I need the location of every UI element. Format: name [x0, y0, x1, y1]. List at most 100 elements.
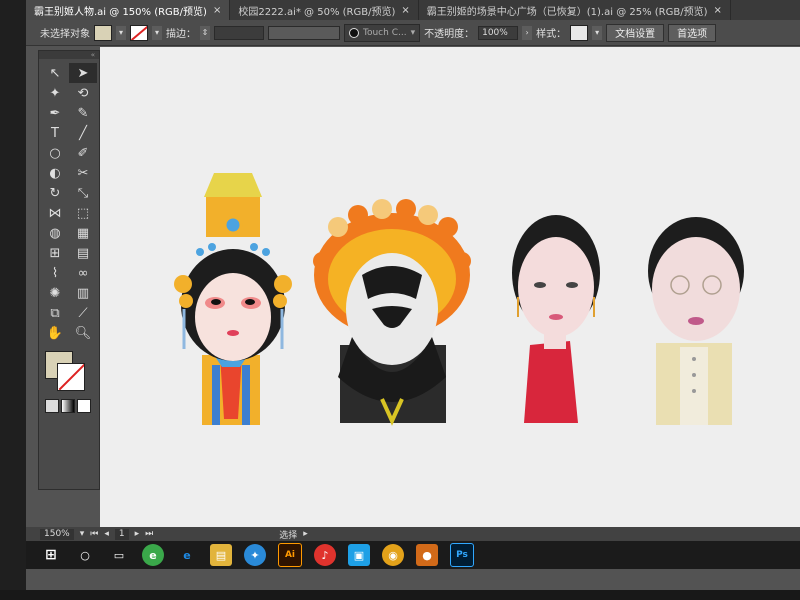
chevron-down-icon[interactable]: ▾ [116, 25, 126, 40]
active-app-icon[interactable]: ● [416, 544, 438, 566]
last-page-icon[interactable]: ⏭ [145, 529, 153, 539]
artboard-tool-icon[interactable]: ⧉ [41, 303, 69, 323]
chevron-down-icon[interactable]: ▾ [592, 25, 603, 40]
chevron-down-icon[interactable]: ▾ [152, 25, 162, 40]
control-bar: 未选择对象 ▾ ▾ 描边： ⇕ Touch C... ▾ 不透明度： 100% … [26, 20, 800, 46]
stroke-color-box[interactable] [57, 363, 85, 391]
edge-browser-icon[interactable]: e [176, 544, 198, 566]
curvature-tool-icon[interactable]: ✎ [69, 103, 97, 123]
eyedropper-tool-icon[interactable]: ⌇ [41, 263, 69, 283]
gradient-mode-icon[interactable] [61, 399, 75, 413]
style-swatch[interactable] [570, 24, 589, 41]
brush-dot-icon [349, 27, 359, 38]
color-mode-icon[interactable] [45, 399, 59, 413]
gradient-tool-icon[interactable]: ▤ [69, 243, 97, 263]
stroke-label: 描边： [166, 29, 196, 40]
tab-label: 霸王别姬的场景中心广场（已恢复）(1).ai @ 25% (RGB/预览) [426, 6, 708, 18]
chrome-browser-icon[interactable]: ◉ [382, 544, 404, 566]
tab-label: 校园2222.ai* @ 50% (RGB/预览) [238, 6, 396, 18]
hand-tool-icon[interactable]: ✋ [41, 323, 69, 343]
photo-app-icon[interactable]: ▣ [348, 544, 370, 566]
symbol-sprayer-tool-icon[interactable]: ✺ [41, 283, 69, 303]
tab-doc-3[interactable]: 霸王别姬的场景中心广场（已恢复）(1).ai @ 25% (RGB/预览) × [419, 0, 731, 20]
artboard-canvas[interactable] [100, 47, 800, 527]
brush-label: Touch C... [363, 27, 407, 38]
perspective-tool-icon[interactable]: ▦ [69, 223, 97, 243]
none-mode-icon[interactable] [77, 399, 91, 413]
style-label: 样式： [536, 29, 567, 40]
variable-width-field[interactable] [268, 25, 340, 40]
fill-swatch[interactable] [94, 24, 112, 41]
opacity-field[interactable]: 100% [478, 25, 519, 40]
opacity-label: 不透明度： [424, 29, 475, 40]
character-xiangyu[interactable] [313, 199, 471, 426]
task-view-icon[interactable]: ▭ [108, 544, 130, 566]
rotate-tool-icon[interactable]: ↻ [41, 183, 69, 203]
preferences-button[interactable]: 首选项 [668, 23, 717, 42]
shape-builder-tool-icon[interactable]: ◍ [41, 223, 69, 243]
photoshop-app-icon[interactable]: Ps [450, 543, 474, 567]
selection-tool-icon[interactable]: ↖ [41, 63, 69, 83]
lasso-tool-icon[interactable]: ⟲ [69, 83, 97, 103]
tab-doc-2[interactable]: 校园2222.ai* @ 50% (RGB/预览) × [230, 0, 419, 20]
stroke-swatch[interactable] [130, 24, 148, 41]
panel-grip[interactable]: « [39, 51, 99, 59]
scissors-tool-icon[interactable]: ✂ [69, 163, 97, 183]
illustrator-app-icon[interactable]: Ai [278, 543, 302, 567]
chevron-right-icon[interactable]: › [522, 25, 533, 40]
chevron-right-icon[interactable]: ▸ [303, 529, 308, 539]
file-explorer-icon[interactable]: ▤ [210, 544, 232, 566]
page-number-field[interactable]: 1 [114, 528, 129, 540]
monitor: 霸王别姬人物.ai @ 150% (RGB/预览) × 校园2222.ai* @… [0, 0, 800, 600]
status-bar: 150% ▾ ⏮ ◂ 1 ▸ ⏭ 选择 ▸ [26, 527, 800, 541]
character-woman-qipao[interactable] [512, 215, 600, 423]
next-page-icon[interactable]: ▸ [135, 529, 140, 539]
windows-taskbar: ⊞ ○ ▭ e e ▤ ✦ Ai ♪ ▣ ◉ ● Ps [26, 541, 800, 569]
prev-page-icon[interactable]: ◂ [104, 529, 109, 539]
paintbrush-tool-icon[interactable]: ✐ [69, 143, 97, 163]
character-yuji[interactable] [174, 173, 292, 425]
fill-stroke-control[interactable] [45, 351, 93, 395]
close-icon[interactable]: × [714, 5, 722, 16]
screen: 霸王别姬人物.ai @ 150% (RGB/预览) × 校园2222.ai* @… [26, 0, 800, 590]
brush-picker[interactable]: Touch C... ▾ [344, 23, 421, 42]
scale-tool-icon[interactable]: ⤡ [69, 183, 97, 203]
type-tool-icon[interactable]: T [41, 123, 69, 143]
chevron-down-icon: ▾ [410, 27, 416, 38]
chevron-down-icon[interactable]: ▾ [80, 529, 85, 539]
slice-tool-icon[interactable]: ⟋ [69, 303, 97, 323]
blob-brush-tool-icon[interactable]: ◐ [41, 163, 69, 183]
magic-wand-tool-icon[interactable]: ✦ [41, 83, 69, 103]
document-tab-bar: 霸王别姬人物.ai @ 150% (RGB/预览) × 校园2222.ai* @… [26, 0, 800, 20]
stepper-icon[interactable]: ⇕ [200, 25, 210, 40]
zoom-level-field[interactable]: 150% [40, 528, 74, 540]
mesh-tool-icon[interactable]: ⊞ [41, 243, 69, 263]
artwork [174, 173, 744, 426]
free-transform-tool-icon[interactable]: ⬚ [69, 203, 97, 223]
blend-tool-icon[interactable]: ∞ [69, 263, 97, 283]
character-man-jacket[interactable] [648, 217, 744, 425]
zoom-tool-icon[interactable]: 🔍︎ [69, 323, 97, 343]
ellipse-tool-icon[interactable]: ○ [41, 143, 69, 163]
direct-selection-tool-icon[interactable]: ➤ [69, 63, 97, 83]
windows-start-icon[interactable]: ⊞ [40, 544, 62, 566]
first-page-icon[interactable]: ⏮ [90, 529, 98, 539]
document-settings-button[interactable]: 文档设置 [606, 23, 665, 42]
color-mode-buttons [39, 399, 99, 413]
width-tool-icon[interactable]: ⋈ [41, 203, 69, 223]
music-app-icon[interactable]: ♪ [314, 544, 336, 566]
stroke-weight-field[interactable] [214, 25, 264, 40]
pen-tool-icon[interactable]: ✒ [41, 103, 69, 123]
tab-doc-1[interactable]: 霸王别姬人物.ai @ 150% (RGB/预览) × [26, 0, 231, 20]
close-icon[interactable]: × [401, 5, 409, 16]
tools-panel: « ↖ ➤ ✦ ⟲ ✒ ✎ T ╱ ○ ✐ ◐ ✂ ↻ ⤡ ⋈ ⬚ ◍ ▦ ⊞ [38, 50, 100, 490]
search-icon[interactable]: ○ [74, 544, 96, 566]
close-icon[interactable]: × [213, 5, 221, 16]
tab-label: 霸王别姬人物.ai @ 150% (RGB/预览) [34, 6, 207, 18]
column-graph-tool-icon[interactable]: ▥ [69, 283, 97, 303]
safari-browser-icon[interactable]: ✦ [244, 544, 266, 566]
status-mode-label: 选择 [279, 530, 298, 541]
browser-icon[interactable]: e [142, 544, 164, 566]
line-tool-icon[interactable]: ╱ [69, 123, 97, 143]
selection-status: 未选择对象 [40, 29, 90, 40]
